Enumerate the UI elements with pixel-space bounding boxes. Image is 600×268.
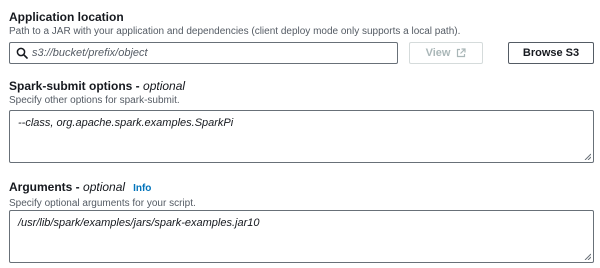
arguments-value: /usr/lib/spark/examples/jars/spark-examp… (18, 217, 260, 229)
application-location-row: View Browse S3 (9, 42, 594, 64)
spark-submit-textarea[interactable]: --class, org.apache.spark.examples.Spark… (9, 110, 594, 163)
arguments-label: Arguments - optional Info (9, 180, 594, 196)
application-location-title: Application location (9, 10, 124, 24)
resize-handle-icon[interactable] (584, 253, 591, 260)
arguments-separator: - (72, 180, 84, 194)
external-link-icon (457, 48, 467, 58)
view-button[interactable]: View (409, 42, 483, 64)
spark-submit-optional-tag: optional (143, 79, 186, 93)
arguments-textarea[interactable]: /usr/lib/spark/examples/jars/spark-examp… (9, 210, 594, 263)
spark-submit-description: Specify other options for spark-submit. (9, 95, 180, 106)
application-location-description: Path to a JAR with your application and … (9, 26, 461, 37)
browse-s3-button[interactable]: Browse S3 (508, 42, 594, 64)
arguments-section: Arguments - optional Info Specify optiona… (9, 180, 594, 263)
view-button-label: View (425, 47, 451, 59)
spark-submit-value: --class, org.apache.spark.examples.Spark… (18, 117, 234, 129)
application-location-section: Application location Path to a JAR with … (9, 10, 594, 64)
arguments-description: Specify optional arguments for your scri… (9, 198, 196, 209)
arguments-title: Arguments (9, 180, 73, 194)
spark-submit-label: Spark-submit options - optional (9, 79, 594, 93)
info-link[interactable]: Info (133, 183, 151, 194)
s3-path-field[interactable] (9, 42, 398, 64)
s3-path-input[interactable] (32, 44, 387, 62)
browse-s3-button-label: Browse S3 (522, 47, 580, 59)
spark-submit-section: Spark-submit options - optional Specify … (9, 79, 594, 163)
search-icon (16, 47, 28, 59)
arguments-optional-tag: optional (83, 180, 126, 194)
spark-submit-separator: - (132, 79, 144, 93)
spark-submit-title: Spark-submit options (9, 79, 133, 93)
resize-handle-icon[interactable] (584, 153, 591, 160)
application-location-label: Application location (9, 10, 594, 24)
